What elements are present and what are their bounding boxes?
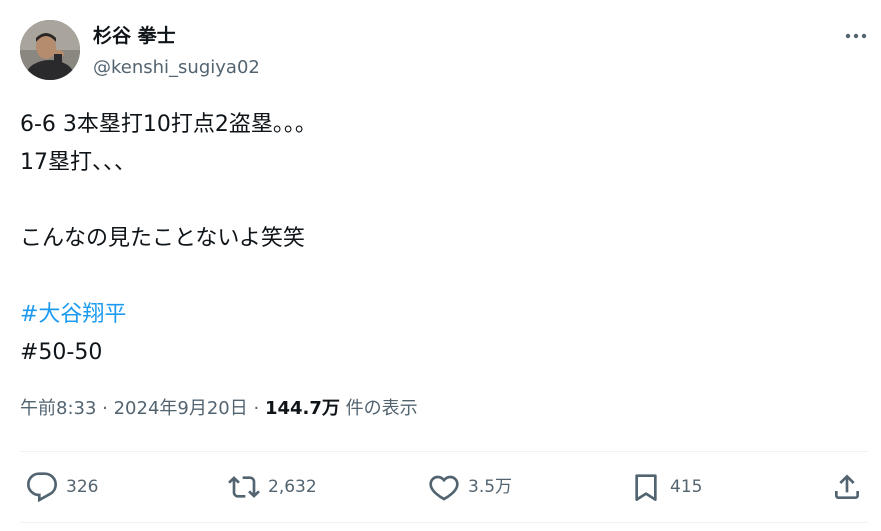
meta-separator: ·: [247, 398, 265, 419]
divider: [20, 522, 868, 523]
reply-icon: [26, 472, 58, 503]
views-count: 144.7万: [264, 398, 340, 419]
like-count: 3.5万: [468, 477, 513, 497]
tweet-text: 6-6 3本塁打10打点2盗塁。。。 17塁打、、、 こんなの見たことないよ笑笑…: [20, 106, 860, 372]
author-name[interactable]: 杉谷 拳士: [93, 24, 176, 48]
tweet-date[interactable]: 2024年9月20日: [114, 398, 248, 419]
reply-button[interactable]: 326: [26, 470, 98, 504]
divider: [20, 451, 868, 452]
bookmark-count: 415: [670, 477, 703, 497]
bookmark-icon: [635, 474, 657, 501]
views-label: 件の表示: [339, 398, 418, 419]
like-button[interactable]: 3.5万: [428, 470, 512, 504]
author-handle[interactable]: @kenshi_sugiya02: [93, 56, 260, 80]
tweet-line: 17塁打、、、: [20, 150, 136, 175]
hashtag-link[interactable]: #大谷翔平: [20, 302, 126, 327]
reply-count: 326: [66, 477, 99, 497]
tweet-time[interactable]: 午前8:33: [20, 398, 96, 419]
tweet-meta: 午前8:33 · 2024年9月20日 · 144.7万 件の表示: [20, 396, 418, 422]
tweet-line: 6-6 3本塁打10打点2盗塁。。。: [20, 112, 317, 137]
bookmark-button[interactable]: 415: [630, 470, 702, 504]
share-icon: [835, 474, 859, 499]
retweet-icon: [228, 476, 260, 498]
meta-separator: ·: [96, 398, 114, 419]
share-button[interactable]: [831, 470, 863, 504]
tweet-card: 杉谷 拳士 @kenshi_sugiya02 6-6 3本塁打10打点2盗塁。。…: [0, 0, 881, 531]
retweet-count: 2,632: [268, 477, 317, 497]
tweet-line: こんなの見たことないよ笑笑: [20, 226, 305, 251]
avatar-photo: [20, 20, 80, 80]
like-icon: [429, 475, 459, 501]
hashtag-text: #50-50: [20, 340, 103, 365]
more-icon: [845, 33, 867, 39]
more-options-button[interactable]: [838, 24, 874, 48]
avatar[interactable]: [20, 20, 80, 80]
retweet-button[interactable]: 2,632: [228, 470, 317, 504]
